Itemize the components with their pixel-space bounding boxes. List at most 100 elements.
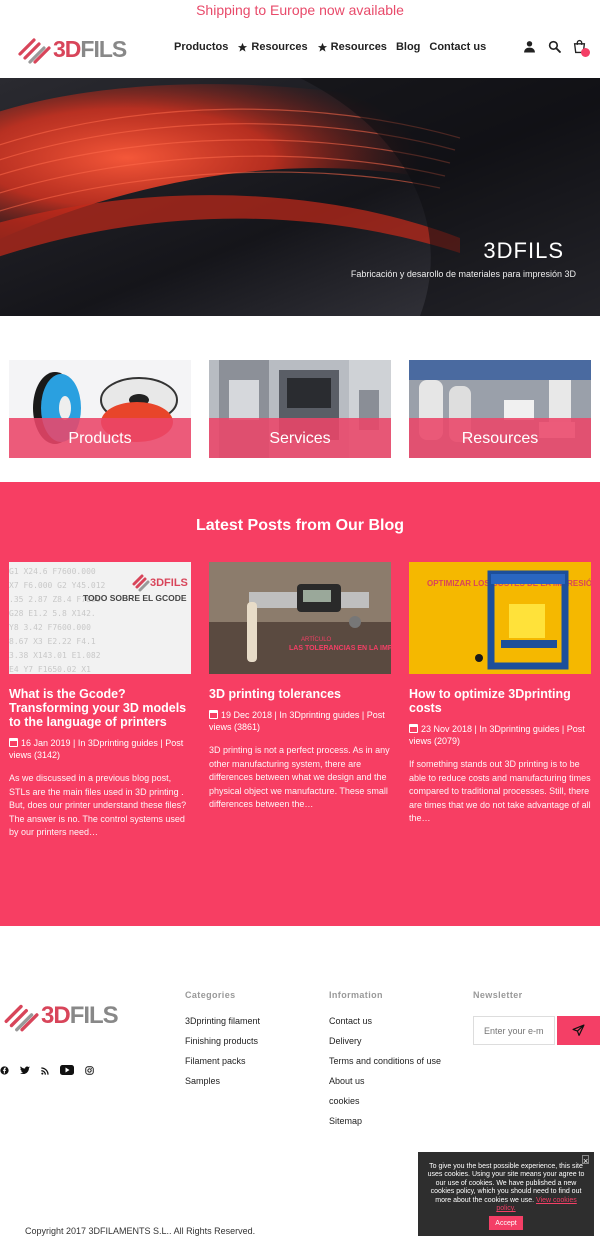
category-card-resources[interactable]: Resources	[409, 360, 591, 458]
main-nav: Productos Resources Resources Blog Conta…	[174, 41, 486, 53]
post-meta-text: 16 Jan 2019 | In 3Dprinting guides | Pos…	[9, 738, 184, 760]
category-cards: Products Services Resources	[9, 360, 591, 458]
footer-information: Information Contact us Delivery Terms an…	[329, 990, 441, 1137]
hero-title: 3DFILS	[483, 238, 564, 263]
post-meta: 23 Nov 2018 | In 3Dprinting guides | Pos…	[409, 723, 591, 747]
facebook-icon[interactable]	[0, 1062, 9, 1080]
footer-link[interactable]: Contact us	[329, 1017, 441, 1026]
user-icon[interactable]	[523, 40, 536, 53]
hero-filament-image	[0, 78, 600, 316]
nav-item-label: Resources	[330, 41, 387, 53]
rss-icon[interactable]	[41, 1062, 49, 1080]
blog-post-card[interactable]: ARTÍCULO LAS TOLERANCIAS EN LA IMPRESIÓN…	[209, 562, 391, 812]
footer-link[interactable]: Sitemap	[329, 1117, 441, 1126]
post-title[interactable]: 3D printing tolerances	[209, 687, 391, 701]
svg-text:G28 E1.2 5.8 X142.: G28 E1.2 5.8 X142.	[9, 609, 96, 618]
cart-count-badge	[581, 48, 590, 57]
cookie-banner: × To give you the best possible experien…	[418, 1152, 594, 1236]
logo-text-secondary: FILS	[69, 1002, 119, 1029]
cookie-accept-button[interactable]: Accept	[489, 1216, 523, 1230]
post-excerpt: 3D printing is not a perfect process. As…	[209, 745, 390, 810]
logo-text-primary: 3D	[53, 35, 81, 62]
nav-item-contact[interactable]: Contact us	[429, 41, 486, 53]
footer-newsletter-heading: Newsletter	[473, 990, 523, 1000]
svg-text:ARTÍCULO: ARTÍCULO	[301, 636, 332, 643]
blog-section: Latest Posts from Our Blog G1 X24.6 F760…	[0, 482, 600, 926]
site-logo[interactable]: 3DFILS	[16, 31, 127, 67]
footer-information-heading: Information	[329, 990, 383, 1000]
nav-item-label: Contact us	[429, 41, 487, 53]
nav-item-resources-2[interactable]: Resources	[317, 41, 387, 53]
nav-item-resources[interactable]: Resources	[237, 41, 308, 53]
copyright-text: Copyright 2017 3DFILAMENTS S.L.. All Rig…	[25, 1226, 256, 1236]
category-label: Services	[269, 430, 331, 447]
hero-subtitle: Fabricación y desarollo de materiales pa…	[350, 269, 576, 279]
post-thumbnail[interactable]: OPTIMIZAR LOS COSTES DE LA IMPRESIÓN 3D	[409, 562, 591, 674]
calendar-icon	[209, 710, 218, 719]
post-title[interactable]: What is the Gcode? Transforming your 3D …	[9, 687, 191, 729]
footer-newsletter: Newsletter	[473, 990, 523, 1017]
hero-banner: 3DFILS Fabricación y desarollo de materi…	[0, 78, 600, 316]
printer-thumbnail-image: OPTIMIZAR LOS COSTES DE LA IMPRESIÓN 3D	[409, 562, 591, 674]
svg-text:E4 Y7 F1650.02 X1: E4 Y7 F1650.02 X1	[9, 665, 91, 674]
post-excerpt: As we discussed in a previous blog post,…	[9, 773, 187, 838]
post-meta-text: 23 Nov 2018 | In 3Dprinting guides | Pos…	[409, 724, 585, 746]
nav-item-label: Resources	[251, 41, 308, 53]
footer-link[interactable]: 3Dprinting filament	[185, 1017, 260, 1026]
footer-categories: Categories 3Dprinting filament Finishing…	[185, 990, 260, 1097]
youtube-icon[interactable]	[60, 1062, 74, 1080]
category-card-services[interactable]: Services	[209, 360, 391, 458]
social-links	[0, 1062, 94, 1080]
thumb-title: TODO SOBRE EL GCODE	[83, 593, 187, 603]
nav-item-productos[interactable]: Productos	[174, 41, 228, 53]
post-excerpt: If something stands out 3D printing is t…	[409, 759, 591, 824]
caliper-thumbnail-image: ARTÍCULO LAS TOLERANCIAS EN LA IMPRESIÓN…	[209, 562, 391, 674]
logo-text-secondary: FILS	[80, 35, 127, 62]
logo-text-primary: 3D	[41, 1002, 71, 1029]
blog-post-card[interactable]: G1 X24.6 F7600.000 X7 F6.000 G2 Y45.012 …	[9, 562, 191, 840]
svg-text:G1 X24.6 F7600.000: G1 X24.6 F7600.000	[9, 567, 96, 576]
calendar-icon	[9, 738, 18, 747]
star-icon	[317, 42, 327, 52]
send-icon	[572, 1024, 585, 1036]
nav-item-blog[interactable]: Blog	[396, 41, 420, 53]
newsletter-email-input[interactable]	[473, 1016, 555, 1045]
footer-categories-heading: Categories	[185, 990, 236, 1000]
nav-item-label: Blog	[395, 41, 421, 53]
footer-link[interactable]: Samples	[185, 1077, 260, 1086]
footer-link[interactable]: About us	[329, 1077, 441, 1086]
post-title[interactable]: How to optimize 3Dprinting costs	[409, 687, 591, 715]
twitter-icon[interactable]	[20, 1062, 30, 1080]
category-label: Resources	[461, 430, 539, 447]
header-icons	[523, 39, 590, 57]
svg-text:Y8 3.42 F7600.000: Y8 3.42 F7600.000	[9, 623, 91, 632]
nav-item-label: Productos	[174, 41, 229, 53]
newsletter-submit-button[interactable]	[557, 1016, 600, 1045]
search-icon[interactable]	[548, 40, 561, 53]
post-meta: 16 Jan 2019 | In 3Dprinting guides | Pos…	[9, 737, 191, 761]
thumb-title: LAS TOLERANCIAS EN LA IMPRESIÓN 3D	[289, 643, 391, 652]
category-label: Products	[68, 430, 132, 447]
footer-logo[interactable]: 3DFILS	[2, 998, 119, 1034]
category-card-products[interactable]: Products	[9, 360, 191, 458]
logo-mark-icon	[4, 1004, 39, 1032]
blog-heading: Latest Posts from Our Blog	[195, 517, 405, 534]
footer-link[interactable]: Delivery	[329, 1037, 441, 1046]
post-thumbnail[interactable]: ARTÍCULO LAS TOLERANCIAS EN LA IMPRESIÓN…	[209, 562, 391, 674]
footer-link[interactable]: Finishing products	[185, 1037, 260, 1046]
instagram-icon[interactable]	[85, 1062, 94, 1080]
footer-link[interactable]: cookies	[329, 1097, 441, 1106]
svg-text:3DFILS: 3DFILS	[150, 577, 188, 589]
logo-mark-icon	[18, 38, 51, 64]
post-thumbnail[interactable]: G1 X24.6 F7600.000 X7 F6.000 G2 Y45.012 …	[9, 562, 191, 674]
cart-button[interactable]	[573, 39, 590, 57]
blog-post-card[interactable]: OPTIMIZAR LOS COSTES DE LA IMPRESIÓN 3D …	[409, 562, 591, 826]
post-meta: 19 Dec 2018 | In 3Dprinting guides | Pos…	[209, 709, 391, 733]
footer-link[interactable]: Terms and conditions of use	[329, 1057, 441, 1066]
star-icon	[238, 42, 248, 52]
svg-text:8.67 X3 E2.22 F4.1: 8.67 X3 E2.22 F4.1	[9, 637, 96, 646]
svg-text:X7 F6.000 G2 Y45.012: X7 F6.000 G2 Y45.012	[9, 581, 106, 590]
calendar-icon	[409, 724, 418, 733]
footer-link[interactable]: Filament packs	[185, 1057, 260, 1066]
site-header: 3DFILS Productos Resources Resources Blo…	[0, 20, 600, 78]
